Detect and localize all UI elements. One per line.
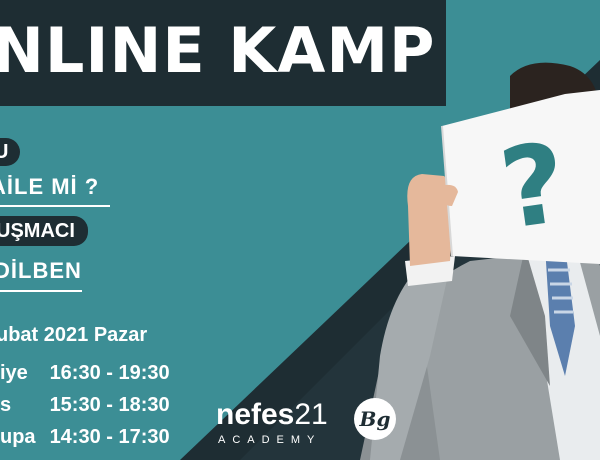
event-banner: ? NLINE KAMP U AİLE Mİ ? UŞMACI DİLBEN u… <box>0 0 600 460</box>
speaker-tag: UŞMACI <box>0 216 88 246</box>
schedule-region: s <box>0 394 12 416</box>
logo-academy-text: ACADEMY <box>218 434 322 446</box>
topic-tag-label: U <box>0 140 9 163</box>
schedule-time: 14:30 - 17:30 <box>49 426 170 448</box>
schedule-region: upa <box>0 426 36 448</box>
topic-text: AİLE Mİ ? <box>0 174 100 199</box>
nefes21-logo: nefes21 <box>216 398 328 432</box>
schedule-time: 16:30 - 19:30 <box>49 362 170 384</box>
bg-logo-badge: Bg <box>354 398 396 440</box>
schedule-row: upa 14:30 - 17:30 <box>0 426 170 449</box>
schedule-row: s 15:30 - 18:30 <box>0 394 170 417</box>
topic-underline <box>0 205 110 207</box>
bg-badge-text: Bg <box>359 407 391 431</box>
man-holding-question-sign: ? <box>360 62 600 460</box>
logo-brand-number: 21 <box>294 398 328 431</box>
title-box: NLINE KAMP <box>0 0 446 106</box>
speaker-underline <box>0 290 82 292</box>
speaker-name: DİLBEN <box>0 258 82 283</box>
schedule-time: 15:30 - 18:30 <box>49 394 170 416</box>
schedule-region: iye <box>0 362 28 384</box>
speaker-tag-label: UŞMACI <box>0 219 75 242</box>
schedule-row: iye 16:30 - 19:30 <box>0 362 170 385</box>
logo-brand-word: nefes <box>216 398 295 431</box>
event-date: ubat 2021 Pazar <box>0 324 148 346</box>
banner-title: NLINE KAMP <box>0 14 436 87</box>
